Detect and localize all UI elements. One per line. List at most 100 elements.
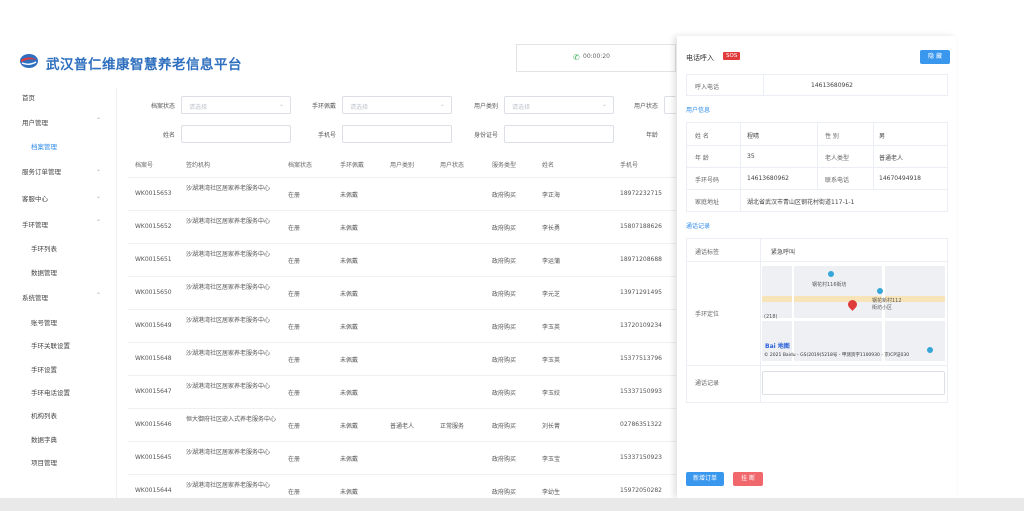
table-cell-phone: 15972050282	[620, 487, 662, 494]
sidebar-item-dictionary[interactable]: 数据字典	[31, 434, 57, 444]
chevron-up-icon[interactable]: ⌃	[96, 117, 101, 124]
table-cell-name: 李玉英	[542, 357, 561, 364]
table-row[interactable]: WK0015645 沙湖港湾社区居家养老服务中心 在册 未佩戴 政府购买 李玉宝 15337…	[128, 441, 676, 475]
address-value: 湖北省武汉市青山区钢花村街道117-1-1	[747, 199, 855, 206]
sidebar-item-projects[interactable]: 项目管理	[31, 457, 57, 467]
chevron-up-icon[interactable]: ⌃	[96, 292, 101, 299]
user-status-label: 用户状态	[633, 103, 658, 110]
gender-value: 男	[879, 133, 886, 140]
table-cell-phone: 15377513796	[620, 355, 662, 362]
sidebar-item-bracelet-management[interactable]: 手环管理	[22, 219, 48, 229]
archive-status-select[interactable]: 请选择 ⌄	[181, 96, 291, 114]
table-cell-service: 政府购买	[492, 192, 517, 199]
table-cell-org: 沙湖港湾社区居家养老服务中心	[186, 218, 271, 225]
poi-icon	[927, 347, 933, 353]
user-status-select[interactable]	[664, 96, 676, 114]
sidebar-item-bracelet-settings[interactable]: 手环设置	[31, 364, 57, 374]
table-cell-org: 沙湖港湾社区居家养老服务中心	[186, 449, 271, 456]
user-age-label: 年 龄	[695, 155, 709, 162]
sidebar-item-service-orders[interactable]: 服务订单管理	[22, 166, 61, 176]
baidu-logo: Bai 地图	[765, 343, 790, 350]
table-cell-bracelet: 未佩戴	[340, 357, 359, 364]
phone-icon: ✆	[573, 53, 580, 62]
table-cell-bracelet: 未佩戴	[340, 192, 359, 199]
contact-value: 14670494918	[879, 175, 921, 182]
call-status-box[interactable]: ✆ 00:00:20	[516, 44, 676, 72]
table-cell-name: 李玉宝	[542, 456, 561, 463]
hide-button[interactable]: 隐 藏	[920, 50, 950, 64]
elder-type-value: 普通老人	[879, 155, 904, 162]
table-cell-phone: 13971291495	[620, 289, 662, 296]
hangup-button[interactable]: 挂 断	[733, 472, 763, 486]
panel-title: 电话呼入	[686, 54, 714, 62]
new-order-button[interactable]: 新增订单	[686, 472, 724, 486]
table-cell-org: 沙湖港湾社区居家养老服务中心	[186, 383, 271, 390]
table-row[interactable]: WK0015650 沙湖港湾社区居家养老服务中心 在册 未佩戴 政府购买 李元芝 13971…	[128, 276, 676, 310]
table-cell-org: 沙湖港湾社区居家养老服务中心	[186, 284, 271, 291]
sidebar-item-bracelet-phone-settings[interactable]: 手环电话设置	[31, 387, 70, 397]
table-cell-id: WK0015650	[135, 289, 172, 296]
sidebar-item-bracelet-link-settings[interactable]: 手环关联设置	[31, 340, 70, 350]
table-row[interactable]: WK0015649 沙湖港湾社区居家养老服务中心 在册 未佩戴 政府购买 李玉英 13720…	[128, 309, 676, 343]
table-cell-org: 沙湖港湾社区居家养老服务中心	[186, 185, 271, 192]
archive-status-label: 档案状态	[150, 103, 175, 110]
column-header[interactable]: 服务类型	[492, 160, 516, 169]
table-cell-bracelet: 未佩戴	[340, 423, 359, 430]
column-header[interactable]: 用户类别	[390, 160, 414, 169]
sidebar-item-customer-service[interactable]: 客服中心	[22, 193, 48, 203]
column-header[interactable]: 手环佩戴	[340, 160, 364, 169]
table-cell-status: 在册	[288, 489, 301, 496]
caller-label: 呼入电话	[695, 84, 720, 91]
table-cell-org: 沙湖港湾社区居家养老服务中心	[186, 251, 271, 258]
column-header[interactable]: 姓名	[542, 160, 554, 169]
table-cell-service: 政府购买	[492, 324, 517, 331]
sidebar-item-user-management[interactable]: 用户管理	[22, 117, 48, 127]
sidebar-item-bracelet-list[interactable]: 手环列表	[31, 243, 57, 253]
sidebar-item-archive-management[interactable]: 档案管理	[31, 141, 57, 151]
table-cell-bracelet: 未佩戴	[340, 456, 359, 463]
table-cell-id: WK0015647	[135, 388, 172, 395]
column-header[interactable]: 档案状态	[288, 160, 312, 169]
column-header[interactable]: 档案号	[135, 160, 153, 169]
name-input[interactable]	[181, 125, 291, 143]
table-row[interactable]: WK0015646 恒大御府社区嵌入式养老服务中心 在册 未佩戴 普通老人 正常服务 政府购…	[128, 408, 676, 442]
table-cell-org: 恒大御府社区嵌入式养老服务中心	[186, 416, 277, 423]
table-row[interactable]: WK0015651 沙湖港湾社区居家养老服务中心 在册 未佩戴 政府购买 李运蒲 18971…	[128, 243, 676, 277]
chevron-up-icon[interactable]: ⌃	[96, 219, 101, 226]
column-header[interactable]: 签约机构	[186, 160, 210, 169]
table-cell-service: 政府购买	[492, 291, 517, 298]
sidebar-item-data-management[interactable]: 数据管理	[31, 267, 57, 277]
column-header[interactable]: 用户状态	[440, 160, 464, 169]
column-header[interactable]: 手机号	[620, 160, 638, 169]
table-row[interactable]: WK0015644 沙湖港湾社区居家养老服务中心 在册 未佩戴 政府购买 李幼生 15972…	[128, 474, 676, 498]
sidebar-item-org-list[interactable]: 机构列表	[31, 410, 57, 420]
table-cell-id: WK0015652	[135, 223, 172, 230]
map-label: 钢花村116街坊	[812, 282, 847, 288]
map-copyright: © 2021 Baidu - GS(2019)5218号 - 甲测资字11009…	[764, 353, 910, 358]
table-row[interactable]: WK0015648 沙湖港湾社区居家养老服务中心 在册 未佩戴 政府购买 李玉英 15377…	[128, 342, 676, 376]
table-cell-name: 李玉姣	[542, 390, 561, 397]
sidebar-item-home[interactable]: 首页	[22, 92, 35, 102]
table-cell-service: 政府购买	[492, 225, 517, 232]
call-timer: 00:00:20	[583, 53, 610, 60]
bracelet-wear-label: 手环佩戴	[311, 103, 336, 110]
bracelet-wear-select[interactable]: 请选择 ⌄	[342, 96, 452, 114]
sidebar-item-system-management[interactable]: 系统管理	[22, 292, 48, 302]
user-info-title: 用户信息	[686, 107, 711, 114]
call-record-textarea[interactable]	[762, 371, 945, 395]
table-cell-id: WK0015651	[135, 256, 172, 263]
chevron-down-icon[interactable]: ⌄	[96, 166, 101, 173]
table-cell-phone: 15337150923	[620, 454, 662, 461]
table-row[interactable]: WK0015647 沙湖港湾社区居家养老服务中心 在册 未佩戴 政府购买 李玉姣 15337…	[128, 375, 676, 409]
table-row[interactable]: WK0015652 沙湖港湾社区居家养老服务中心 在册 未佩戴 政府购买 李长勇 15807…	[128, 210, 676, 244]
table-cell-service: 政府购买	[492, 489, 517, 496]
bracelet-no-value: 14613680962	[747, 175, 789, 182]
table-row[interactable]: WK0015653 沙湖港湾社区居家养老服务中心 在册 未佩戴 政府购买 李正海 18972…	[128, 177, 676, 211]
chevron-down-icon[interactable]: ⌄	[96, 193, 101, 200]
sidebar-item-accounts[interactable]: 账号管理	[31, 317, 57, 327]
user-type-label: 用户类别	[473, 103, 498, 110]
phone-input[interactable]	[342, 125, 452, 143]
logo-icon	[20, 54, 38, 68]
location-map[interactable]: 钢花村116街坊 钢花新村112 街坊小区 (218) Bai 地图 © 202…	[762, 266, 945, 361]
table-cell-id: WK0015644	[135, 487, 172, 494]
